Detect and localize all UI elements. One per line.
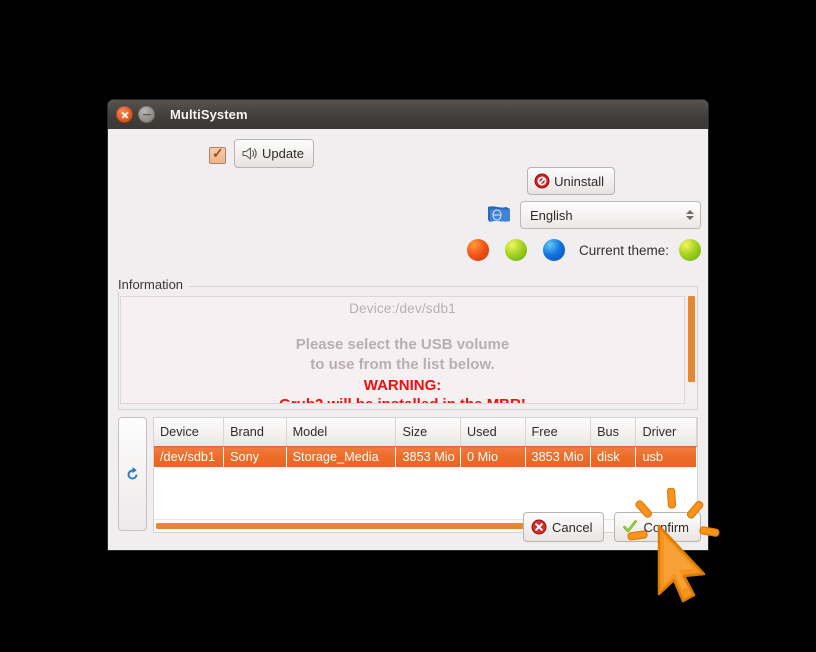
confirm-button-label: Confirm [643, 519, 689, 535]
information-warning-body: Grub2 will be installed in the MBR! [121, 396, 684, 403]
table-horizontal-scrollbar-thumb[interactable] [156, 523, 559, 529]
cell-driver: usb [635, 446, 697, 467]
column-header-model[interactable]: Model [286, 418, 397, 447]
information-textview[interactable]: Device:/dev/sdb1 Please select the USB v… [120, 296, 685, 404]
multisystem-window: MultiSystem ✓ Update Uninstall English C… [108, 100, 708, 550]
column-header-used[interactable]: Used [460, 418, 526, 447]
information-frame: Device:/dev/sdb1 Please select the USB v… [118, 286, 698, 410]
column-header-driver[interactable]: Driver [635, 418, 697, 447]
deny-icon [534, 173, 550, 189]
theme-swatch-red[interactable] [466, 239, 489, 261]
information-message-line1: Please select the USB volume [295, 336, 510, 353]
language-row: English [486, 201, 701, 229]
update-row: ✓ Update [108, 139, 708, 173]
device-table: Device Brand Model Size Used Free Bus Dr… [154, 418, 697, 467]
refresh-icon [124, 466, 141, 483]
theme-swatch-blue[interactable] [542, 239, 565, 261]
flag-icon [486, 204, 513, 227]
cell-free: 3853 Mio [525, 446, 592, 467]
column-header-brand[interactable]: Brand [223, 418, 287, 447]
column-header-bus[interactable]: Bus [590, 418, 637, 447]
table-header-row: Device Brand Model Size Used Free Bus Dr… [154, 418, 697, 447]
screen-root: MultiSystem ✓ Update Uninstall English C… [0, 0, 816, 652]
information-warning: WARNING: Grub2 will be installed in the … [121, 376, 684, 403]
column-header-free[interactable]: Free [525, 418, 592, 447]
update-button-label: Update [262, 146, 304, 161]
information-warning-title: WARNING: [363, 376, 442, 394]
theme-swatch-green[interactable] [504, 239, 527, 261]
cell-bus: disk [590, 446, 637, 467]
dialog-button-row: Cancel Confirm [523, 512, 701, 542]
information-scrollbar-thumb[interactable] [688, 296, 695, 382]
column-header-device[interactable]: Device [154, 418, 225, 447]
cancel-button-label: Cancel [552, 519, 593, 535]
information-device-line: Device:/dev/sdb1 [349, 301, 456, 316]
column-header-size[interactable]: Size [395, 418, 462, 447]
window-title: MultiSystem [170, 107, 248, 122]
information-group: Information Device:/dev/sdb1 Please sele… [118, 277, 698, 410]
information-message: Please select the USB volume to use from… [121, 335, 684, 376]
close-icon[interactable] [116, 106, 133, 123]
check-icon [622, 519, 638, 535]
cell-model: Storage_Media [286, 446, 397, 467]
window-body: ✓ Update Uninstall English Current theme… [108, 129, 708, 550]
speaker-icon [241, 146, 258, 161]
confirm-button[interactable]: Confirm [614, 512, 701, 542]
language-select-value: English [530, 207, 573, 223]
cell-brand: Sony [223, 446, 287, 467]
spinner-arrows-icon[interactable] [686, 210, 694, 220]
update-button[interactable]: Update [234, 139, 314, 168]
uninstall-button[interactable]: Uninstall [527, 167, 615, 195]
checkmark-icon: ✓ [212, 145, 224, 161]
current-theme-label: Current theme: [578, 242, 669, 258]
language-select[interactable]: English [520, 201, 701, 229]
information-scrollbar[interactable] [687, 296, 696, 404]
information-message-line2: to use from the list below. [310, 356, 495, 374]
refresh-button[interactable] [118, 417, 147, 531]
minimize-icon[interactable] [138, 106, 155, 123]
cell-device: /dev/sdb1 [154, 446, 225, 467]
cancel-button[interactable]: Cancel [523, 512, 605, 542]
error-x-icon [531, 519, 547, 535]
cell-size: 3853 Mio [395, 446, 462, 467]
window-titlebar: MultiSystem [108, 100, 708, 129]
uninstall-button-label: Uninstall [554, 173, 604, 189]
current-theme-swatch [679, 239, 701, 261]
theme-row: Current theme: [466, 239, 701, 261]
table-row[interactable]: /dev/sdb1 Sony Storage_Media 3853 Mio 0 … [154, 446, 697, 467]
cell-used: 0 Mio [460, 446, 526, 467]
update-checkbox[interactable]: ✓ [209, 145, 226, 164]
information-legend: Information [118, 277, 190, 292]
